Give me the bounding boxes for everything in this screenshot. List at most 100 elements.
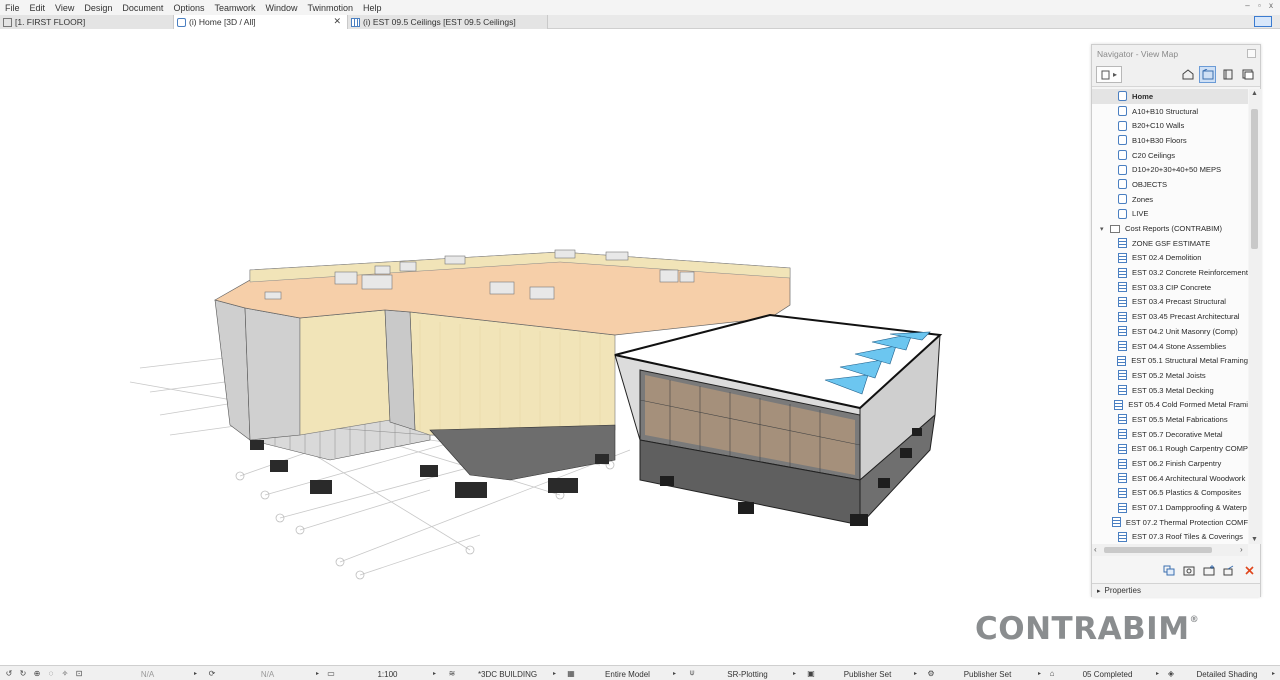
- window-controls[interactable]: – ▫ x: [1245, 1, 1276, 10]
- tree-item-label: EST 05.1 Structural Metal Framing: [1131, 356, 1248, 366]
- scroll-up-icon[interactable]: ▲: [1251, 90, 1258, 97]
- renovation-filter-dropdown[interactable]: 05 Completed ▸: [1060, 668, 1160, 680]
- tab-first-floor[interactable]: [1. FIRST FLOOR]: [0, 15, 174, 29]
- scale-icon[interactable]: ▭: [326, 668, 336, 678]
- close-icon[interactable]: ✕: [333, 16, 341, 27]
- model-filter-dropdown[interactable]: Entire Model ▸: [580, 668, 680, 680]
- tree-item[interactable]: EST 06.1 Rough Carpentry COMP: [1092, 442, 1248, 457]
- tab-est-ceilings[interactable]: (i) EST 09.5 Ceilings [EST 09.5 Ceilings…: [348, 15, 548, 29]
- publisher-set-dropdown-2[interactable]: Publisher Set ▸: [940, 668, 1041, 680]
- tree-item[interactable]: EST 07.1 Dampproofing & Waterp: [1092, 500, 1248, 515]
- tree-item[interactable]: EST 07.2 Thermal Protection COMF: [1092, 515, 1248, 530]
- navigator-vertical-scrollbar[interactable]: ▲ ▼: [1249, 89, 1261, 544]
- tree-item[interactable]: EST 03.3 CIP Concrete: [1092, 280, 1248, 295]
- scale-dropdown[interactable]: 1:100 ▸: [340, 668, 440, 680]
- tree-item[interactable]: EST 05.4 Cold Formed Metal Frami: [1092, 397, 1248, 412]
- menu-view[interactable]: View: [50, 3, 79, 13]
- menu-document[interactable]: Document: [117, 3, 168, 13]
- tree-item[interactable]: EST 07.3 Roof Tiles & Coverings: [1092, 530, 1248, 544]
- tree-item[interactable]: OBJECTS: [1092, 177, 1248, 192]
- tree-item[interactable]: EST 03.2 Concrete Reinforcement: [1092, 265, 1248, 280]
- tree-folder[interactable]: ▾ Cost Reports (CONTRABIM): [1092, 221, 1248, 236]
- publisher-gear-icon[interactable]: ⚙: [926, 668, 936, 678]
- renovation-icon[interactable]: ⌂: [1047, 668, 1057, 678]
- scrollbar-thumb[interactable]: [1251, 109, 1258, 249]
- menu-teamwork[interactable]: Teamwork: [209, 3, 260, 13]
- chevron-right-icon: ▸: [1272, 671, 1276, 677]
- fit-view-icon[interactable]: ⊡: [74, 668, 84, 678]
- tree-item[interactable]: EST 06.4 Architectural Woodwork: [1092, 471, 1248, 486]
- tree-item[interactable]: C20 Ceilings: [1092, 148, 1248, 163]
- status-field-1[interactable]: N/A ▸: [100, 668, 200, 680]
- tree-item[interactable]: B10+B30 Floors: [1092, 133, 1248, 148]
- tree-item[interactable]: B20+C10 Walls: [1092, 118, 1248, 133]
- delete-icon[interactable]: [1242, 564, 1256, 577]
- navigator-map-dropdown[interactable]: ▸: [1096, 66, 1122, 83]
- tree-item[interactable]: Zones: [1092, 192, 1248, 207]
- tab-home-3d[interactable]: (i) Home [3D / All] ✕: [174, 15, 348, 29]
- 3d-view-icon: [177, 17, 186, 27]
- tree-item[interactable]: D10+20+30+40+50 MEPS: [1092, 162, 1248, 177]
- clone-folder-icon[interactable]: [1162, 564, 1176, 577]
- shading-icon[interactable]: ◈: [1166, 668, 1176, 678]
- menu-window[interactable]: Window: [260, 3, 302, 13]
- tree-item[interactable]: EST 05.5 Metal Fabrications: [1092, 412, 1248, 427]
- tree-item[interactable]: EST 05.7 Decorative Metal: [1092, 427, 1248, 442]
- orbit-icon[interactable]: ◌: [46, 668, 56, 678]
- publisher-icon[interactable]: ▣: [806, 668, 816, 678]
- view-map-button-icon[interactable]: [1199, 66, 1216, 83]
- scroll-left-icon[interactable]: ‹: [1094, 545, 1097, 554]
- model-view-icon[interactable]: ▦: [566, 668, 576, 678]
- pen-set-dropdown[interactable]: SR-Plotting ▸: [700, 668, 800, 680]
- tree-item[interactable]: EST 06.2 Finish Carpentry: [1092, 456, 1248, 471]
- pen-set-icon[interactable]: ⍦: [687, 668, 697, 678]
- rotate-icon[interactable]: ⟳: [207, 668, 217, 678]
- layout-book-icon[interactable]: [1219, 66, 1236, 83]
- project-map-icon[interactable]: [1179, 66, 1196, 83]
- 3d-viewport[interactable]: [0, 30, 1280, 665]
- tree-item[interactable]: EST 04.4 Stone Assemblies: [1092, 339, 1248, 354]
- menu-file[interactable]: File: [0, 3, 25, 13]
- walk-icon[interactable]: ✧: [60, 668, 70, 678]
- publisher-sets-icon[interactable]: [1239, 66, 1256, 83]
- new-folder-icon[interactable]: [1202, 564, 1216, 577]
- menu-help[interactable]: Help: [358, 3, 387, 13]
- menu-twinmotion[interactable]: Twinmotion: [303, 3, 359, 13]
- tree-item[interactable]: EST 04.2 Unit Masonry (Comp): [1092, 324, 1248, 339]
- navigator-horizontal-scrollbar[interactable]: ‹ ›: [1092, 544, 1248, 556]
- menu-options[interactable]: Options: [168, 3, 209, 13]
- tree-item[interactable]: ZONE GSF ESTIMATE: [1092, 236, 1248, 251]
- move-icon[interactable]: [1222, 564, 1236, 577]
- tree-item[interactable]: EST 03.4 Precast Structural: [1092, 295, 1248, 310]
- navigator-tree[interactable]: Home A10+B10 Structural B20+C10 Walls B10+B…: [1092, 89, 1248, 544]
- tree-item[interactable]: LIVE: [1092, 207, 1248, 222]
- properties-section[interactable]: ▸ Properties: [1092, 583, 1260, 597]
- shading-dropdown[interactable]: Detailed Shading ▸: [1180, 668, 1276, 680]
- tree-item[interactable]: EST 05.2 Metal Joists: [1092, 368, 1248, 383]
- layer-icon[interactable]: ≋: [447, 668, 457, 678]
- save-view-icon[interactable]: [1182, 564, 1196, 577]
- tree-item[interactable]: EST 05.3 Metal Decking: [1092, 383, 1248, 398]
- scroll-right-icon[interactable]: ›: [1240, 545, 1243, 554]
- schedule-icon: [351, 17, 360, 27]
- menu-design[interactable]: Design: [79, 3, 117, 13]
- schedule-icon: [1118, 502, 1127, 513]
- tree-item[interactable]: EST 06.5 Plastics & Composites: [1092, 486, 1248, 501]
- zoom-in-icon[interactable]: ⊕: [32, 668, 42, 678]
- scrollbar-thumb[interactable]: [1104, 547, 1212, 553]
- close-icon[interactable]: [1247, 49, 1256, 58]
- tree-item[interactable]: EST 02.4 Demolition: [1092, 251, 1248, 266]
- tree-item[interactable]: A10+B10 Structural: [1092, 104, 1248, 119]
- tree-item[interactable]: EST 05.1 Structural Metal Framing: [1092, 353, 1248, 368]
- chevron-down-icon[interactable]: ▾: [1100, 225, 1110, 233]
- scroll-down-icon[interactable]: ▼: [1251, 536, 1258, 543]
- publisher-set-dropdown-1[interactable]: Publisher Set ▸: [820, 668, 920, 680]
- redo-icon[interactable]: ↻: [18, 668, 28, 678]
- undo-icon[interactable]: ↺: [4, 668, 14, 678]
- tab-list-icon[interactable]: [1254, 16, 1272, 27]
- tree-item[interactable]: Home: [1092, 89, 1248, 104]
- layer-combination-dropdown[interactable]: *3DC BUILDING ▸: [460, 668, 560, 680]
- status-field-2[interactable]: N/A ▸: [220, 668, 320, 680]
- tree-item[interactable]: EST 03.45 Precast Architectural: [1092, 309, 1248, 324]
- menu-edit[interactable]: Edit: [25, 3, 51, 13]
